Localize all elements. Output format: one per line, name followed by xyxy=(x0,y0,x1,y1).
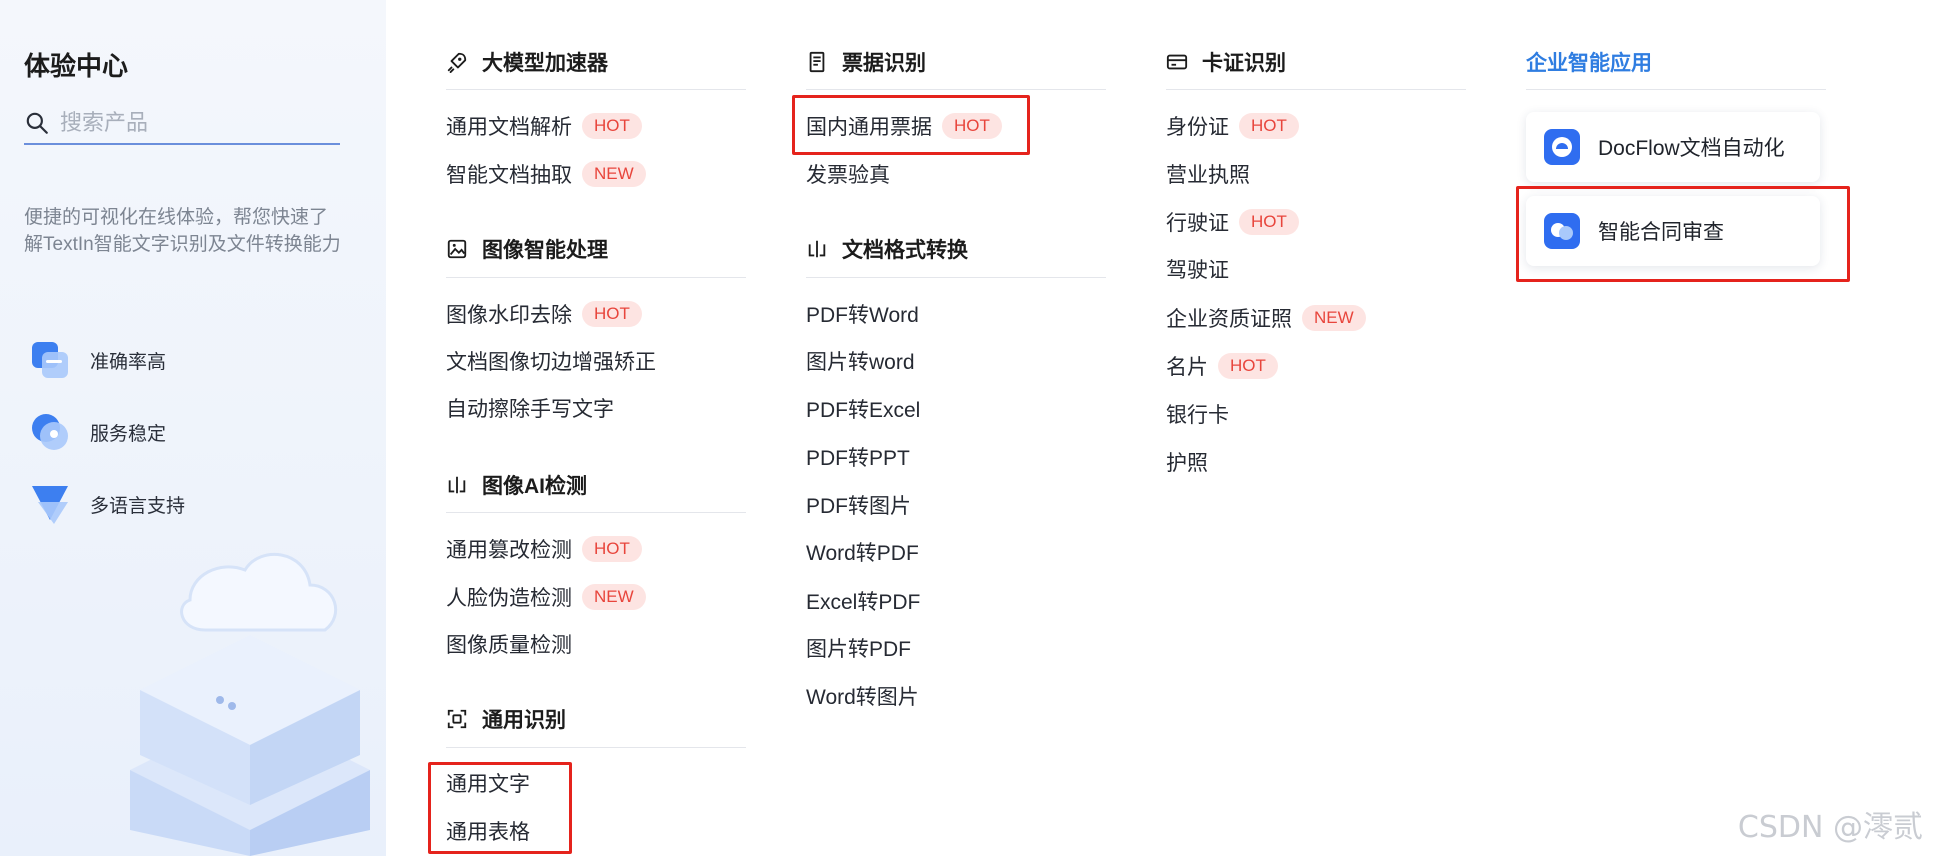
multilanguage-icon xyxy=(32,486,68,524)
card-contract-review[interactable]: 智能合同审查 xyxy=(1526,196,1820,266)
cloud-server-illustration xyxy=(130,553,370,856)
menu-item-watermark-removal[interactable]: 图像水印去除 HOT xyxy=(446,297,642,331)
convert-icon xyxy=(808,240,826,258)
menu-item-general-table[interactable]: 通用表格 xyxy=(446,814,530,848)
new-badge: NEW xyxy=(582,584,646,610)
menu-item-pdf-to-word[interactable]: PDF转Word xyxy=(806,297,919,331)
docflow-icon xyxy=(1544,129,1580,165)
hot-badge: HOT xyxy=(1239,113,1299,139)
menu-item-image-to-pdf[interactable]: 图片转PDF xyxy=(806,631,911,665)
card-docflow[interactable]: DocFlow文档自动化 xyxy=(1526,112,1820,182)
menu-item-passport[interactable]: 护照 xyxy=(1166,445,1208,479)
menu-item-tamper-detection[interactable]: 通用篡改检测 HOT xyxy=(446,532,642,566)
feature-stability: 服务稳定 xyxy=(28,410,166,454)
accuracy-icon xyxy=(32,342,68,378)
detect-icon xyxy=(448,476,466,494)
section-header-llm-accelerator: 大模型加速器 xyxy=(446,46,608,78)
menu-item-pdf-to-image[interactable]: PDF转图片 xyxy=(806,488,911,522)
contract-review-icon xyxy=(1544,213,1580,249)
hot-badge: HOT xyxy=(942,113,1002,139)
stability-icon xyxy=(32,414,68,450)
new-badge: NEW xyxy=(1302,305,1366,331)
menu-item-word-to-pdf[interactable]: Word转PDF xyxy=(806,535,919,569)
new-badge: NEW xyxy=(582,161,646,187)
menu-item-enterprise-qualification[interactable]: 企业资质证照 NEW xyxy=(1166,301,1366,335)
menu-item-domestic-receipt[interactable]: 国内通用票据 HOT xyxy=(806,109,1002,143)
scan-icon xyxy=(447,709,467,729)
panel-title: 体验中心 xyxy=(24,51,129,81)
divider xyxy=(446,277,746,278)
hot-badge: HOT xyxy=(1218,353,1278,379)
menu-item-general-doc-parse[interactable]: 通用文档解析 HOT xyxy=(446,109,642,143)
menu-item-face-forgery-detection[interactable]: 人脸伪造检测 NEW xyxy=(446,580,646,614)
hot-badge: HOT xyxy=(1239,209,1299,235)
menu-item-business-license[interactable]: 营业执照 xyxy=(1166,157,1250,191)
menu-item-image-quality-detection[interactable]: 图像质量检测 xyxy=(446,627,572,661)
image-icon xyxy=(447,239,467,259)
section-header-image-ai-detection: 图像AI检测 xyxy=(446,469,587,501)
section-header-enterprise-apps[interactable]: 企业智能应用 xyxy=(1526,46,1652,78)
divider xyxy=(446,512,746,513)
feature-label: 多语言支持 xyxy=(90,495,186,517)
menu-item-smart-doc-extract[interactable]: 智能文档抽取 NEW xyxy=(446,157,646,191)
menu-item-pdf-to-ppt[interactable]: PDF转PPT xyxy=(806,440,910,474)
section-header-receipt-recognition: 票据识别 xyxy=(806,46,926,78)
search-icon xyxy=(26,112,48,134)
rocket-icon xyxy=(447,52,467,73)
divider xyxy=(1166,89,1466,90)
hot-badge: HOT xyxy=(582,301,642,327)
divider xyxy=(446,747,746,748)
menu-item-excel-to-pdf[interactable]: Excel转PDF xyxy=(806,584,920,618)
section-header-doc-format-conversion: 文档格式转换 xyxy=(806,233,968,265)
menu-item-general-text[interactable]: 通用文字 xyxy=(446,766,530,800)
divider xyxy=(806,277,1106,278)
hot-badge: HOT xyxy=(582,113,642,139)
panel-description: 便捷的可视化在线体验，帮您快速了解TextIn智能文字识别及文件转换能力 xyxy=(24,207,341,255)
menu-item-word-to-image[interactable]: Word转图片 xyxy=(806,679,919,713)
section-header-image-processing: 图像智能处理 xyxy=(446,233,608,265)
divider xyxy=(1526,89,1826,90)
feature-accuracy: 准确率高 xyxy=(28,338,166,382)
feature-label: 服务稳定 xyxy=(90,423,167,445)
divider xyxy=(806,89,1106,90)
card-icon xyxy=(1166,54,1188,70)
hot-badge: HOT xyxy=(582,536,642,562)
feature-label: 准确率高 xyxy=(90,351,167,373)
menu-item-handwriting-erase[interactable]: 自动擦除手写文字 xyxy=(446,391,614,425)
menu-item-driver-license[interactable]: 驾驶证 xyxy=(1166,252,1229,286)
search-input[interactable] xyxy=(60,110,320,136)
section-header-card-recognition: 卡证识别 xyxy=(1166,46,1286,78)
watermark: CSDN @澪贰 xyxy=(1737,810,1923,845)
divider xyxy=(446,89,746,90)
menu-item-invoice-verify[interactable]: 发票验真 xyxy=(806,157,890,191)
search-box[interactable] xyxy=(24,103,340,145)
menu-item-doc-crop-enhance[interactable]: 文档图像切边增强矫正 xyxy=(446,344,656,378)
menu-item-bank-card[interactable]: 银行卡 xyxy=(1166,397,1229,431)
experience-center-panel: 体验中心 便捷的可视化在线体验，帮您快速了解TextIn智能文字识别及文件转换能… xyxy=(0,0,386,856)
receipt-icon xyxy=(809,51,825,73)
menu-item-business-card[interactable]: 名片 HOT xyxy=(1166,349,1278,383)
menu-item-image-to-word[interactable]: 图片转word xyxy=(806,344,915,378)
menu-item-pdf-to-excel[interactable]: PDF转Excel xyxy=(806,392,920,426)
feature-multilanguage: 多语言支持 xyxy=(28,482,185,526)
section-header-general-recognition: 通用识别 xyxy=(446,703,566,735)
menu-item-id-card[interactable]: 身份证 HOT xyxy=(1166,109,1299,143)
menu-item-vehicle-license[interactable]: 行驶证 HOT xyxy=(1166,205,1299,239)
